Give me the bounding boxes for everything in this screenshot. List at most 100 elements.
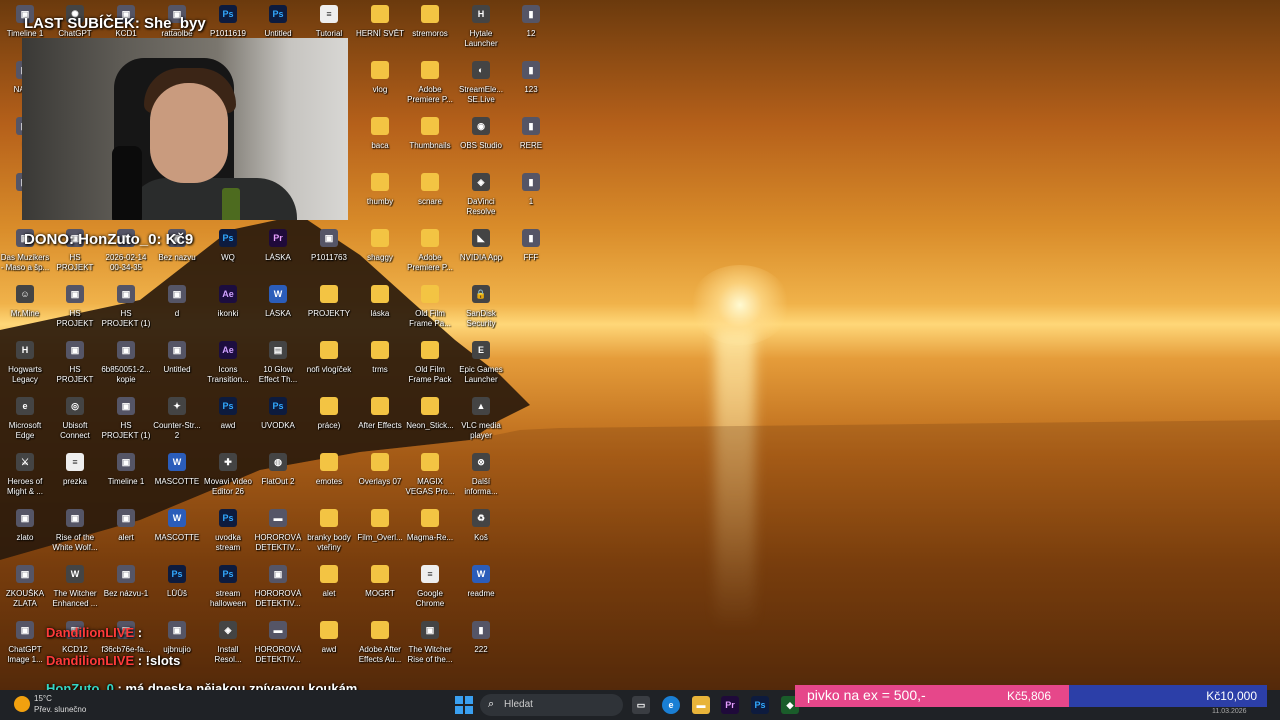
desktop-icon[interactable]: ▮ FFF xyxy=(506,229,556,285)
desktop-icon[interactable]: ◐ StreamEle... SE.Live xyxy=(456,61,506,117)
desktop-icon[interactable]: ◎ Ubisoft Connect xyxy=(50,397,100,453)
desktop-icon[interactable]: W LÁSKA xyxy=(253,285,303,341)
desktop-icon[interactable]: E Epic Games Launcher xyxy=(456,341,506,397)
desktop-icon[interactable]: láska xyxy=(355,285,405,341)
desktop-icon[interactable]: ◉ OBS Studio xyxy=(456,117,506,173)
desktop-icon[interactable]: baca xyxy=(355,117,405,173)
desktop-icon[interactable]: ▲ VLC media player xyxy=(456,397,506,453)
desktop-icon[interactable]: ♻ Koš xyxy=(456,509,506,565)
desktop-icon[interactable]: ⊗ Další informa... xyxy=(456,453,506,509)
desktop-icon[interactable]: Ps UVODKA xyxy=(253,397,303,453)
desktop-icon[interactable]: Ps WQ xyxy=(203,229,253,285)
desktop-icon[interactable]: ▣ ZKOUŠKA ZLATA xyxy=(0,565,50,621)
desktop-icon[interactable]: awd xyxy=(304,621,354,677)
desktop-icon[interactable]: Old Film Frame Pa... xyxy=(405,285,455,341)
edge-icon[interactable]: e xyxy=(662,696,680,714)
desktop-icon[interactable]: ▣ Rise of the White Wolf... xyxy=(50,509,100,565)
photoshop-icon[interactable]: Ps xyxy=(751,696,769,714)
desktop-icon[interactable]: Neon_Stick... xyxy=(405,397,455,453)
desktop-icon[interactable]: Overlays 07 xyxy=(355,453,405,509)
desktop-icon[interactable]: ≡ prezka xyxy=(50,453,100,509)
desktop-icon[interactable]: ▤ 10 Glow Effect Th... xyxy=(253,341,303,397)
desktop-icon[interactable]: branky body vteřiny xyxy=(304,509,354,565)
desktop-icon[interactable]: nofi vlogíček xyxy=(304,341,354,397)
desktop-icon[interactable]: thumby xyxy=(355,173,405,229)
desktop-icon[interactable]: ▮ 12 xyxy=(506,5,556,61)
desktop-icon[interactable]: práce) xyxy=(304,397,354,453)
desktop-icon[interactable]: MOGRT xyxy=(355,565,405,621)
taskbar-date[interactable]: 11.03.2026 xyxy=(1212,708,1247,715)
desktop-icon[interactable]: Magma-Re... xyxy=(405,509,455,565)
desktop-icon[interactable]: trms xyxy=(355,341,405,397)
desktop-icon[interactable]: ✚ Movavi Video Editor 26 xyxy=(203,453,253,509)
desktop-icon[interactable]: Pr LÁSKA xyxy=(253,229,303,285)
desktop-icon[interactable]: e Microsoft Edge xyxy=(0,397,50,453)
desktop-icon[interactable]: ▣ HOROROVÁ DETEKTIV... xyxy=(253,565,303,621)
desktop-icon[interactable]: ▣ HS PROJEKT kopie1 xyxy=(50,285,100,341)
weather-widget[interactable]: 15°C Přev. slunečno xyxy=(8,692,88,718)
desktop-icon[interactable]: ≡ Google Chrome xyxy=(405,565,455,621)
desktop-icon[interactable]: ▬ HOROROVÁ DETEKTIV... xyxy=(253,621,303,677)
desktop-icon[interactable]: W MASCOTTE xyxy=(152,509,202,565)
desktop-icon[interactable]: Ps awd xyxy=(203,397,253,453)
desktop-icon[interactable]: alet xyxy=(304,565,354,621)
desktop-icon[interactable]: ▮ 1 xyxy=(506,173,556,229)
desktop-icon[interactable]: ▮ 222 xyxy=(456,621,506,677)
desktop-icon[interactable]: Adobe Premiere P... xyxy=(405,61,455,117)
desktop-icon[interactable]: emotes xyxy=(304,453,354,509)
desktop-icon[interactable]: ▣ HS PROJEKT (1) kopie2 xyxy=(101,285,151,341)
desktop-icon[interactable]: ✦ Counter-Str... 2 xyxy=(152,397,202,453)
desktop-icon[interactable]: Ae ikonki xyxy=(203,285,253,341)
desktop-icon[interactable]: ▣ P1011763 xyxy=(304,229,354,285)
premiere-icon[interactable]: Pr xyxy=(721,696,739,714)
desktop-icon[interactable]: Adobe Premiere P... xyxy=(405,229,455,285)
desktop-icon[interactable]: Thumbnails xyxy=(405,117,455,173)
desktop-icon[interactable]: ▣ The Witcher Rise of the... xyxy=(405,621,455,677)
desktop-icon[interactable]: Ae Icons Transition... xyxy=(203,341,253,397)
taskbar-search[interactable]: ⌕ Hledat xyxy=(480,694,623,716)
desktop-icon[interactable]: ⚔ Heroes of Might & ... xyxy=(0,453,50,509)
desktop-icon[interactable]: MAGIX VEGAS Pro... xyxy=(405,453,455,509)
desktop-icon[interactable]: H Hogwarts Legacy xyxy=(0,341,50,397)
desktop-icon[interactable]: ▣ Bez názvu-1 xyxy=(101,565,151,621)
desktop-icon[interactable]: vlog xyxy=(355,61,405,117)
desktop-icon[interactable]: ◈ DaVinci Resolve xyxy=(456,173,506,229)
desktop-icon[interactable]: W MASCOTTE xyxy=(152,453,202,509)
task-view-icon[interactable]: ▭ xyxy=(632,696,650,714)
desktop-icon[interactable]: Ps stream halloween xyxy=(203,565,253,621)
desktop-icon[interactable]: ▣ d xyxy=(152,285,202,341)
desktop-icon[interactable]: H Hytale Launcher xyxy=(456,5,506,61)
desktop-icon[interactable]: stremoros xyxy=(405,5,455,61)
desktop-icon[interactable]: scnare xyxy=(405,173,455,229)
desktop-icon[interactable]: Ps LŮŮš xyxy=(152,565,202,621)
desktop-icon[interactable]: ▣ ChatGPT Image 1... xyxy=(0,621,50,677)
desktop-icon[interactable]: ▮ 123 xyxy=(506,61,556,117)
desktop-icon[interactable]: Ps uvodka stream xyxy=(203,509,253,565)
desktop-icon[interactable]: shaggy xyxy=(355,229,405,285)
desktop-icon[interactable]: Adobe After Effects Au... xyxy=(355,621,405,677)
desktop-icon[interactable]: ▣ zlato xyxy=(0,509,50,565)
desktop-icon[interactable]: W The Witcher Enhanced ... xyxy=(50,565,100,621)
desktop-icon[interactable]: ◣ NVIDIA App xyxy=(456,229,506,285)
desktop-icon[interactable]: 🔒 SanDisk Security xyxy=(456,285,506,341)
desktop-icon[interactable]: ▣ HS PROJEKT (1) kopie xyxy=(101,397,151,453)
desktop-icon[interactable]: After Effects xyxy=(355,397,405,453)
desktop-icon[interactable]: ◍ FlatOut 2 xyxy=(253,453,303,509)
desktop-icon[interactable]: ▮ RERE xyxy=(506,117,556,173)
desktop-icon[interactable]: Old Film Frame Pack xyxy=(405,341,455,397)
desktop-icon[interactable]: PROJEKTY xyxy=(304,285,354,341)
desktop-icon[interactable]: ▣ Untitled xyxy=(152,341,202,397)
desktop-icon[interactable]: ▣ HS PROJEKT kopie xyxy=(50,341,100,397)
desktop-icon[interactable]: ▬ HOROROVÁ DETEKTIV... xyxy=(253,509,303,565)
desktop-icon[interactable]: ▣ alert xyxy=(101,509,151,565)
start-button[interactable] xyxy=(455,696,473,714)
desktop-icon[interactable]: ▣ Timeline 1 xyxy=(101,453,151,509)
file-explorer-icon[interactable]: ▬ xyxy=(692,696,710,714)
desktop-icon[interactable]: HERNÍ SVĚT xyxy=(355,5,405,61)
desktop-icon[interactable]: ◈ Install Resol... xyxy=(203,621,253,677)
desktop-icon[interactable]: ☺ Mr.Mine xyxy=(0,285,50,341)
desktop-icon[interactable]: ▣ 6b850051-2... kopie xyxy=(101,341,151,397)
desktop-icon[interactable]: Film_Overl... xyxy=(355,509,405,565)
desktop-icon[interactable]: ▣ ujbnujio xyxy=(152,621,202,677)
desktop-icon[interactable]: Wreadme xyxy=(456,565,506,621)
